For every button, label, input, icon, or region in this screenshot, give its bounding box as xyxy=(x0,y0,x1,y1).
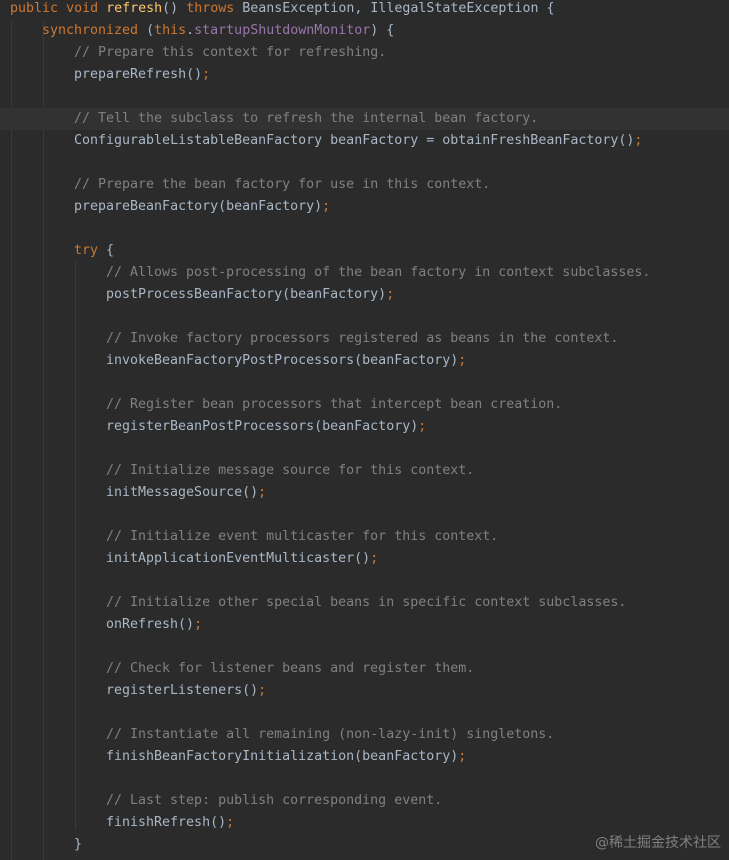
keyword: public xyxy=(10,1,59,16)
variable-declaration: ConfigurableListableBeanFactory beanFact… xyxy=(74,133,635,148)
punctuation: ( xyxy=(146,23,155,38)
semicolon: ; xyxy=(418,419,427,434)
keyword: synchronized xyxy=(42,23,139,38)
indent-guide xyxy=(75,262,76,830)
code-line[interactable]: invokeBeanFactoryPostProcessors(beanFact… xyxy=(106,350,466,372)
code-comment[interactable]: // Tell the subclass to refresh the inte… xyxy=(74,108,538,130)
method-call: postProcessBeanFactory(beanFactory) xyxy=(106,287,387,302)
exception-list: BeansException, IllegalStateException { xyxy=(242,1,555,16)
semicolon: ; xyxy=(370,551,379,566)
semicolon: ; xyxy=(226,815,235,830)
code-line[interactable]: registerListeners(); xyxy=(106,680,266,702)
indent-guide xyxy=(43,20,44,860)
semicolon: ; xyxy=(386,287,395,302)
method-call: registerListeners() xyxy=(106,683,259,698)
punctuation: { xyxy=(98,243,115,258)
method-call: initMessageSource() xyxy=(106,485,259,500)
code-line[interactable]: ConfigurableListableBeanFactory beanFact… xyxy=(74,130,642,152)
keyword: throws xyxy=(186,1,235,16)
code-comment[interactable]: // Invoke factory processors registered … xyxy=(106,328,618,350)
semicolon: ; xyxy=(458,749,467,764)
method-call: finishBeanFactoryInitialization(beanFact… xyxy=(106,749,459,764)
keyword: void xyxy=(66,1,99,16)
code-comment[interactable]: // Allows post-processing of the bean fa… xyxy=(106,262,650,284)
method-call: initApplicationEventMulticaster() xyxy=(106,551,371,566)
semicolon: ; xyxy=(458,353,467,368)
code-line[interactable]: initMessageSource(); xyxy=(106,482,266,504)
code-line[interactable]: prepareRefresh(); xyxy=(74,64,210,86)
semicolon: ; xyxy=(322,199,331,214)
code-line[interactable]: initApplicationEventMulticaster(); xyxy=(106,548,378,570)
semicolon: ; xyxy=(202,67,211,82)
punctuation: () xyxy=(162,1,179,16)
watermark: @稀土掘金技术社区 xyxy=(595,835,721,851)
code-line[interactable]: synchronized (this.startupShutdownMonito… xyxy=(42,20,394,42)
indent-guide xyxy=(11,20,12,860)
punctuation: . xyxy=(186,23,195,38)
method-call: invokeBeanFactoryPostProcessors(beanFact… xyxy=(106,353,459,368)
keyword: try xyxy=(74,243,99,258)
punctuation: ) { xyxy=(370,23,395,38)
code-comment[interactable]: // Register bean processors that interce… xyxy=(106,394,562,416)
semicolon: ; xyxy=(634,133,643,148)
method-call: registerBeanPostProcessors(beanFactory) xyxy=(106,419,419,434)
semicolon: ; xyxy=(258,485,267,500)
code-line[interactable]: onRefresh(); xyxy=(106,614,202,636)
method-call: prepareRefresh() xyxy=(74,67,203,82)
code-comment[interactable]: // Last step: publish corresponding even… xyxy=(106,790,442,812)
keyword: this xyxy=(154,23,187,38)
method-call: prepareBeanFactory(beanFactory) xyxy=(74,199,323,214)
code-comment[interactable]: // Initialize other special beans in spe… xyxy=(106,592,626,614)
method-call: finishRefresh() xyxy=(106,815,227,830)
code-line[interactable]: registerBeanPostProcessors(beanFactory); xyxy=(106,416,426,438)
code-line[interactable]: finishRefresh(); xyxy=(106,812,234,834)
code-editor[interactable]: public void refresh() throws BeansExcept… xyxy=(0,0,729,860)
semicolon: ; xyxy=(194,617,203,632)
code-comment[interactable]: // Check for listener beans and register… xyxy=(106,658,474,680)
code-line[interactable]: prepareBeanFactory(beanFactory); xyxy=(74,196,330,218)
code-comment[interactable]: // Instantiate all remaining (non-lazy-i… xyxy=(106,724,554,746)
method-name: refresh xyxy=(106,1,163,16)
field-reference: startupShutdownMonitor xyxy=(194,23,371,38)
semicolon: ; xyxy=(258,683,267,698)
code-comment[interactable]: // Prepare this context for refreshing. xyxy=(74,42,386,64)
code-line[interactable]: finishBeanFactoryInitialization(beanFact… xyxy=(106,746,466,768)
code-line[interactable]: postProcessBeanFactory(beanFactory); xyxy=(106,284,394,306)
method-call: onRefresh() xyxy=(106,617,195,632)
code-line[interactable]: public void refresh() throws BeansExcept… xyxy=(10,0,554,20)
code-comment[interactable]: // Prepare the bean factory for use in t… xyxy=(74,174,490,196)
code-line[interactable]: try { xyxy=(74,240,114,262)
code-comment[interactable]: // Initialize message source for this co… xyxy=(106,460,474,482)
closing-brace[interactable]: } xyxy=(74,834,82,856)
code-comment[interactable]: // Initialize event multicaster for this… xyxy=(106,526,498,548)
